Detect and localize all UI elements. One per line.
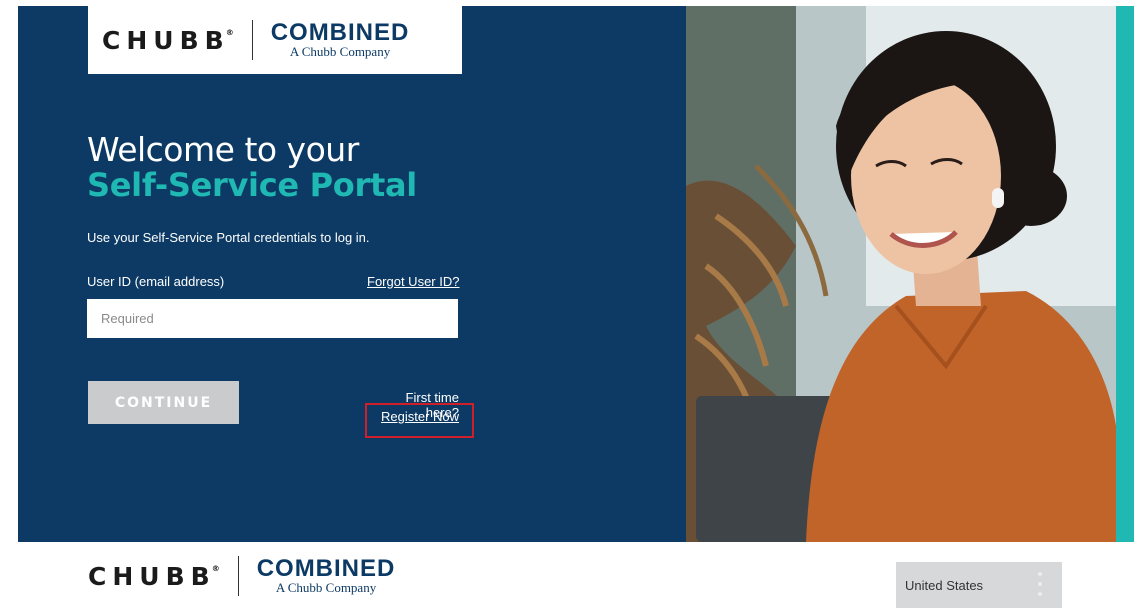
- welcome-heading: Welcome to your: [87, 130, 359, 169]
- country-selector[interactable]: United States: [896, 562, 1062, 608]
- footer: CHUBB ® COMBINED A Chubb Company United …: [0, 542, 1140, 608]
- login-page: CHUBB ® COMBINED A Chubb Company Welcome…: [0, 0, 1140, 608]
- portal-title: Self-Service Portal: [87, 166, 417, 204]
- footer-chubb-logo-text: CHUBB: [88, 561, 216, 591]
- footer-combined-logo: COMBINED A Chubb Company: [257, 557, 396, 595]
- teal-accent-bar: [1116, 6, 1134, 542]
- footer-combined-logo-text: COMBINED: [256, 555, 396, 582]
- continue-button[interactable]: CONTINUE: [88, 381, 239, 424]
- hero-photo: [686, 6, 1116, 542]
- registered-mark-icon: ®: [225, 28, 234, 37]
- register-highlight-box: Register Now: [365, 403, 474, 438]
- footer-logo-divider: [237, 556, 239, 596]
- userid-input[interactable]: [87, 299, 458, 338]
- register-now-link[interactable]: Register Now: [381, 409, 459, 424]
- combined-logo-tagline: A Chubb Company: [289, 44, 391, 59]
- footer-combined-logo-tagline: A Chubb Company: [275, 580, 377, 595]
- country-selector-value: United States: [905, 577, 984, 593]
- combined-logo-text: COMBINED: [270, 19, 410, 46]
- login-instructions: Use your Self-Service Portal credentials…: [87, 230, 370, 245]
- woman-with-laptop-photo: [686, 6, 1116, 542]
- footer-registered-mark-icon: ®: [211, 564, 220, 573]
- hero-panel: CHUBB ® COMBINED A Chubb Company Welcome…: [18, 6, 686, 542]
- chubb-logo-text: CHUBB: [102, 25, 230, 55]
- brand-logo: CHUBB ® COMBINED A Chubb Company: [88, 6, 462, 74]
- forgot-userid-link[interactable]: Forgot User ID?: [367, 274, 459, 289]
- userid-label: User ID (email address): [87, 274, 225, 289]
- combined-logo: COMBINED A Chubb Company: [271, 21, 410, 59]
- kebab-dots-icon: [1038, 572, 1042, 596]
- footer-brand-logo: CHUBB ® COMBINED A Chubb Company: [88, 556, 395, 596]
- logo-divider: [251, 20, 253, 60]
